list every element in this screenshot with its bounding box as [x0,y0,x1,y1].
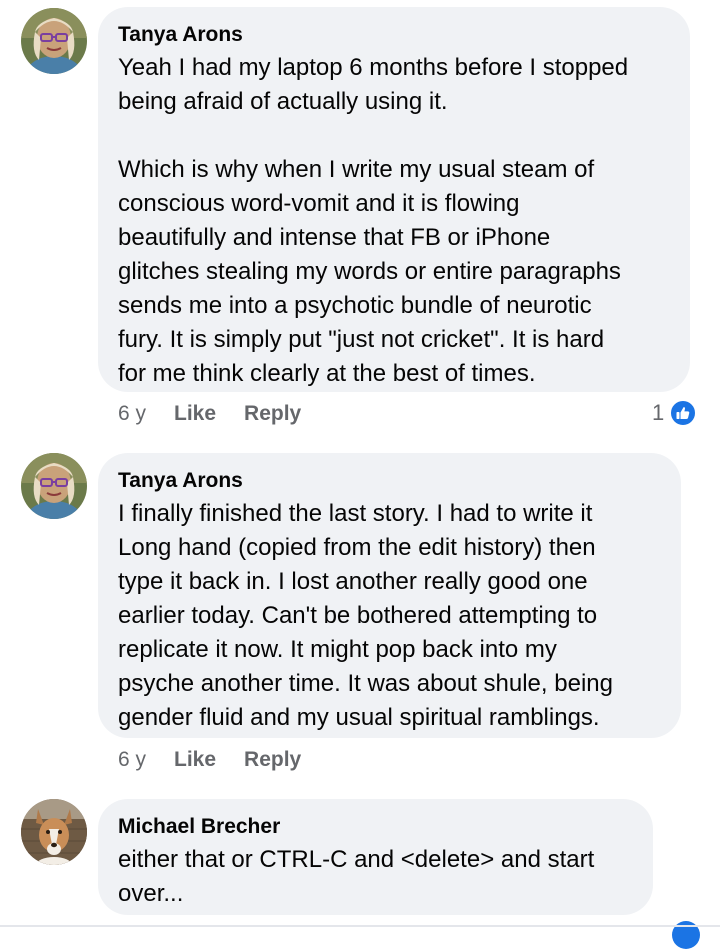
comment-author[interactable]: Tanya Arons [118,21,243,49]
comment-actions: 6 y Like Reply [118,402,301,426]
comment-bubble: Michael Brecher either that or CTRL-C an… [98,799,653,915]
like-button[interactable]: Like [174,748,216,772]
avatar-image [21,453,87,519]
comment-text: Yeah I had my laptop 6 months before I s… [118,54,629,387]
avatar-image [21,799,87,865]
reaction-summary[interactable]: 1 [652,399,698,427]
comment-text: I finally finished the last story. I had… [118,500,613,731]
comment-actions: 6 y Like Reply [118,748,301,772]
avatar[interactable] [21,453,87,519]
comment-author[interactable]: Michael Brecher [118,813,280,841]
avatar[interactable] [21,8,87,74]
comment-author[interactable]: Tanya Arons [118,467,243,495]
thumbs-up-icon [669,399,698,427]
avatar[interactable] [21,799,87,865]
comment-bubble: Tanya Arons I finally finished the last … [98,453,681,738]
comment-timestamp[interactable]: 6 y [118,402,146,426]
reaction-count: 1 [652,400,665,425]
reply-button[interactable]: Reply [244,748,301,772]
like-button[interactable]: Like [174,402,216,426]
comment-timestamp[interactable]: 6 y [118,748,146,772]
avatar-image [21,8,87,74]
comment-bubble: Tanya Arons Yeah I had my laptop 6 month… [98,7,690,392]
comment-text: either that or CTRL-C and <delete> and s… [118,846,595,907]
reply-button[interactable]: Reply [244,402,301,426]
